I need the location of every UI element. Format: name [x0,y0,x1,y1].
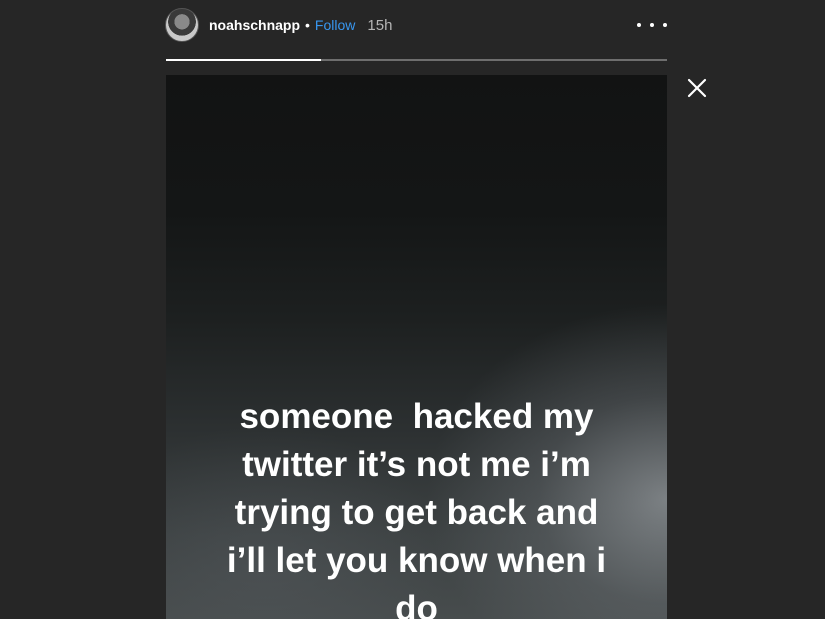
story-media[interactable]: someone hacked my twitter it’s not me i’… [166,75,667,619]
caption-line: twitter it’s not me i’m [242,445,591,484]
caption-line: i’ll let you know when i [226,541,607,580]
caption-line: trying to get back and [234,493,599,532]
more-dot [663,23,667,27]
more-dot [650,23,654,27]
caption-line: someone hacked my [239,397,594,436]
timestamp: 15h [367,16,393,34]
follow-button[interactable]: Follow [315,17,355,33]
story-progress-fill [166,59,322,61]
profile-avatar[interactable] [165,8,199,42]
story-progress-bar [166,59,667,61]
story-caption: someone hacked my twitter it’s not me i’… [166,393,667,619]
separator-dot: • [305,17,310,33]
story-viewer: noahschnapp • Follow 15h someone hacked … [0,0,825,619]
more-options-icon[interactable] [637,15,667,35]
story-header: noahschnapp • Follow 15h [165,7,667,43]
caption-line: do [395,589,438,619]
username[interactable]: noahschnapp [209,17,300,33]
more-dot [637,23,641,27]
close-icon[interactable] [686,77,708,99]
